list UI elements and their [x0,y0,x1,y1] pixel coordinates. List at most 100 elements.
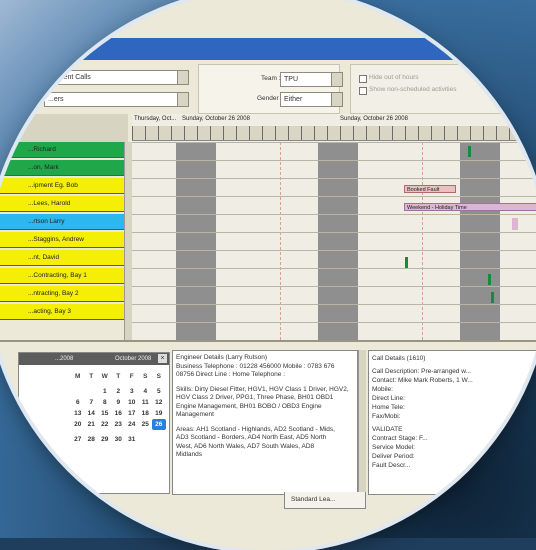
calendar-day[interactable]: 27 [71,434,85,445]
close-icon[interactable]: × [158,354,167,363]
calendar-day[interactable]: 17 [125,408,139,419]
calendar-day [139,430,153,441]
resource-row[interactable]: ...acting, Bay 3 [0,304,128,320]
call-field: Fault Descr... [372,462,411,469]
call-contact: Contact: Mike Mark Roberts, 1 W... [372,377,473,384]
tab-standard[interactable]: Standard Lea... [284,492,366,509]
calendar-day[interactable]: 4 [139,386,153,397]
resource-row[interactable]: ...ipment Eg. Bob [0,178,128,194]
resource-row[interactable]: ...Contracting, Bay 1 [0,268,128,284]
calendar-day[interactable]: 24 [125,419,139,430]
chevron-down-icon[interactable] [177,71,188,84]
calendar-weekday: F [129,373,134,380]
job-marker[interactable] [405,257,408,268]
calendar-day[interactable]: 5 [152,386,166,397]
weekend-band [176,142,216,340]
engineer-combo[interactable]: ...ers [44,92,189,107]
gender-combo[interactable]: Either [280,92,343,107]
resource-label: ...nt, David [28,254,60,261]
calendar-day[interactable]: 11 [139,397,153,408]
calendar-day[interactable]: 21 [85,419,99,430]
calendar-day[interactable]: 1 [98,386,112,397]
calendar-day[interactable]: 2 [112,386,126,397]
show-non-scheduled-checkbox[interactable] [359,87,367,95]
row-divider [132,196,536,197]
calendar-day[interactable]: 19 [152,408,166,419]
engineer-skills: Engine Management, BH01 BOBO / OBD3 Engi… [176,402,322,410]
team-combo[interactable]: TPU [280,72,343,87]
resource-row[interactable]: ...nt, David [0,250,128,266]
calendar-day[interactable]: 22 [98,419,112,430]
calendar-day[interactable]: 10 [125,397,139,408]
booking-label: Weekend - Holiday Time [407,205,467,211]
row-divider [132,160,536,161]
calendar-day[interactable]: 9 [112,397,126,408]
chevron-down-icon[interactable] [177,93,188,106]
calendar-day[interactable]: 29 [98,434,112,445]
calendar-day[interactable]: 7 [85,397,99,408]
booking-label: Booked Fault [407,187,440,193]
resource-label: ...acting, Bay 3 [28,308,71,315]
resource-label: ...ntracting, Bay 2 [28,290,79,297]
gender-label: Gender : [257,95,283,102]
title-bar [0,38,536,60]
tab-label: Standard Lea... [291,496,336,503]
calendar-day[interactable]: 30 [112,434,126,445]
job-marker[interactable] [488,274,491,285]
call-title: Call Details (1610) [372,355,426,362]
resource-label: ...ipment Eg. Bob [28,182,78,189]
chevron-down-icon[interactable] [331,93,342,106]
calendar-day[interactable]: 8 [98,397,112,408]
gender-value: Either [284,96,303,103]
resource-row[interactable]: ...Richard [0,142,128,158]
timeline[interactable]: Thursday, Oct... Sunday, October 26 2008… [132,114,536,340]
job-marker[interactable] [512,218,518,230]
job-marker[interactable] [491,292,494,303]
calendar-day[interactable]: 3 [125,386,139,397]
job-marker[interactable] [468,146,471,157]
engineer-phone: Business Telephone : 01228 456000 Mobile… [176,362,335,370]
call-type-combo[interactable]: ...ontent Calls [44,70,189,85]
calendar-day[interactable]: 12 [152,397,166,408]
resource-row[interactable]: ...on, Mark [0,160,128,176]
schedule-grid: ...Richard ...on, Mark ...ipment Eg. Bob..… [0,114,536,340]
row-divider [132,268,536,269]
booking-block[interactable]: Booked Fault [404,185,456,193]
booking-block[interactable]: Weekend - Holiday Time [404,203,536,211]
calendar-day[interactable]: 25 [139,419,153,430]
team-value: TPU [284,76,298,83]
current-time-line [422,142,423,340]
resource-row[interactable]: ...ntracting, Bay 2 [0,286,128,302]
calendar-day[interactable]: 6 [71,397,85,408]
hide-out-of-hours-checkbox[interactable] [359,75,367,83]
calendar-month: October 2008 [115,356,152,362]
call-field: Deliver Period: [372,453,415,460]
resource-row[interactable]: ...rtson Larry [0,214,128,230]
call-details: Call Details (1610) Call Description: Pr… [368,350,536,495]
calendar-day[interactable]: 13 [71,408,85,419]
filter-toolbar: ...ontent Calls ...ers Team : Gender : T… [0,60,536,115]
options-pane: Hide out of hours Show non-scheduled act… [350,64,522,114]
calendar-day[interactable]: 14 [85,408,99,419]
engineer-areas: Midlands [176,451,203,458]
calendar-day[interactable]: 28 [85,434,99,445]
calendar-day[interactable]: 16 [112,408,126,419]
details-scrollbar[interactable] [358,350,366,495]
resource-row[interactable]: ...Staggins, Andrew [0,232,128,248]
calendar-day[interactable]: 23 [112,419,126,430]
calendar-day[interactable]: 26 [152,419,166,430]
resource-scrollbar[interactable] [124,142,132,340]
calendar-day[interactable]: 15 [98,408,112,419]
calendar-day[interactable]: 31 [125,434,139,445]
resource-row[interactable]: ...Lees, Harold [0,196,128,212]
row-divider [132,250,536,251]
call-description: Call Description: Pre-arranged w... [372,368,471,375]
row-divider [132,304,536,305]
calendar-day[interactable]: 18 [139,408,153,419]
resource-label: ...Contracting, Bay 1 [28,272,87,279]
resource-header [0,114,128,143]
call-field: Fax/Mobi: [372,413,401,420]
calendar-day[interactable]: 20 [71,419,85,430]
details-area: ...2008 October 2008 × M T W T F S S1 2 3 4 56 7 8 9 1… [0,340,536,550]
chevron-down-icon[interactable] [331,73,342,86]
